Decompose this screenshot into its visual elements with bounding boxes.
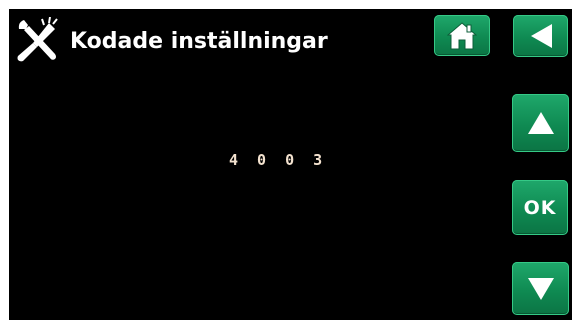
home-icon	[447, 21, 477, 50]
down-button[interactable]	[512, 262, 569, 315]
display-screen: Kodade inställningar 4 0 0 3 OK	[9, 9, 572, 320]
back-arrow-icon	[528, 22, 554, 50]
arrow-down-icon	[526, 276, 556, 302]
wrench-screwdriver-icon	[15, 16, 61, 63]
ok-button[interactable]: OK	[512, 180, 568, 235]
code-value: 4 0 0 3	[229, 151, 328, 169]
up-button[interactable]	[512, 94, 569, 152]
home-button[interactable]	[434, 15, 490, 56]
back-button[interactable]	[513, 15, 568, 57]
arrow-up-icon	[526, 110, 556, 136]
page-title: Kodade inställningar	[70, 29, 328, 54]
ok-button-label: OK	[523, 196, 557, 219]
